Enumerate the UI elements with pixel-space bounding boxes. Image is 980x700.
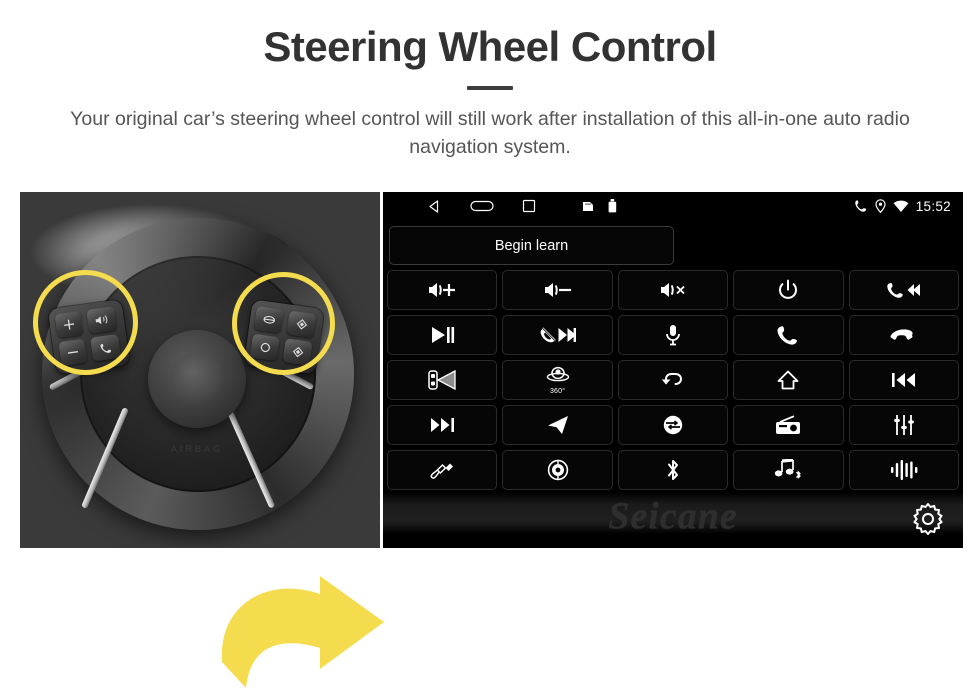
- watermark: Seicane: [383, 492, 963, 540]
- home-button[interactable]: [733, 360, 844, 400]
- radio-icon: [776, 415, 801, 434]
- previous-track-button[interactable]: [848, 360, 959, 400]
- bluetooth-button[interactable]: [617, 450, 729, 490]
- highlight-circle-right: [232, 272, 335, 375]
- phone-icon: [777, 326, 798, 345]
- waveform-icon: [890, 460, 918, 480]
- mute-button[interactable]: [617, 270, 729, 310]
- volume-up-button[interactable]: [387, 270, 498, 310]
- voice-command-button[interactable]: [617, 315, 729, 355]
- camera-360-button[interactable]: 360°: [502, 360, 613, 400]
- volume-down-button[interactable]: [502, 270, 613, 310]
- steering-wheel-photo: 2 AIRBAG: [20, 192, 380, 548]
- reject-next-button[interactable]: [502, 315, 613, 355]
- bluetooth-music-button[interactable]: [733, 450, 844, 490]
- play-pause-button[interactable]: [387, 315, 498, 355]
- usb-icon: [608, 199, 617, 213]
- call-previous-button[interactable]: [848, 270, 959, 310]
- yellow-arrow-icon: [221, 576, 384, 688]
- car-radar-icon: [428, 369, 456, 391]
- steering-wheel: AIRBAG: [30, 208, 366, 548]
- speaker-minus-icon: [544, 283, 571, 297]
- hang-up-button[interactable]: [848, 315, 959, 355]
- page-header: Steering Wheel Control Your original car…: [0, 0, 980, 162]
- play-pause-icon: [432, 327, 455, 343]
- audio-waveform-button[interactable]: [848, 450, 959, 490]
- watermark-band: [383, 492, 963, 534]
- page-root: Steering Wheel Control Your original car…: [0, 0, 980, 688]
- gear-icon[interactable]: [907, 500, 949, 542]
- mode-circle-icon: [663, 415, 683, 435]
- page-title: Steering Wheel Control: [263, 23, 717, 70]
- watermark-text: Seicane: [608, 495, 738, 537]
- disc-button[interactable]: [502, 450, 613, 490]
- radio-button[interactable]: [733, 405, 844, 445]
- power-icon: [779, 279, 798, 299]
- nav-arrow-icon: [547, 416, 568, 434]
- sd-card-icon: [582, 201, 594, 212]
- wheel-hub: [148, 330, 246, 428]
- parking-sensor-button[interactable]: [387, 360, 498, 400]
- home-icon: [777, 370, 799, 390]
- back-button[interactable]: [617, 360, 729, 400]
- title-divider: [467, 86, 513, 91]
- status-clock: 15:52: [915, 198, 951, 214]
- speaker-x-icon: [660, 283, 685, 297]
- camera-360-label: 360°: [549, 387, 566, 395]
- back-icon[interactable]: [427, 199, 442, 214]
- phone-off-next-icon: [540, 327, 576, 343]
- navigation-button[interactable]: [502, 405, 613, 445]
- microphone-icon: [666, 325, 680, 346]
- camera-360-icon: [546, 366, 569, 382]
- page-subtitle: Your original car’s steering wheel contr…: [70, 108, 910, 158]
- next-track-icon: [431, 418, 455, 432]
- location-icon: [875, 199, 886, 213]
- equalizer-button[interactable]: [848, 405, 959, 445]
- recents-icon[interactable]: [522, 199, 536, 213]
- wifi-icon: [893, 200, 909, 213]
- phone-icon: [854, 199, 868, 213]
- disc-icon: [547, 459, 568, 481]
- speaker-plus-icon: [429, 283, 456, 297]
- highlight-circle-left: [33, 270, 138, 375]
- phone-hangup-icon: [890, 329, 913, 340]
- bt-music-icon: [775, 459, 802, 479]
- content-area: 2 AIRBAG: [0, 192, 980, 688]
- airbag-label: AIRBAG: [170, 444, 223, 454]
- previous-track-icon: [891, 373, 915, 387]
- equalizer-icon: [893, 415, 914, 435]
- swc-function-grid: 360°: [383, 270, 963, 490]
- aux-input-button[interactable]: [387, 450, 498, 490]
- phone-prev-icon: [887, 283, 920, 298]
- power-button[interactable]: [733, 270, 844, 310]
- answer-call-button[interactable]: [733, 315, 844, 355]
- next-track-button[interactable]: [387, 405, 498, 445]
- head-unit-screen: 15:52 Begin learn 360° Seicane: [383, 192, 963, 548]
- source-mode-button[interactable]: [617, 405, 729, 445]
- back-arrow-icon: [661, 373, 682, 385]
- begin-learn-button[interactable]: Begin learn: [389, 226, 674, 265]
- aux-plug-icon: [430, 463, 454, 479]
- home-icon[interactable]: [470, 199, 494, 213]
- android-status-bar: 15:52: [383, 192, 963, 220]
- bluetooth-icon: [667, 460, 678, 480]
